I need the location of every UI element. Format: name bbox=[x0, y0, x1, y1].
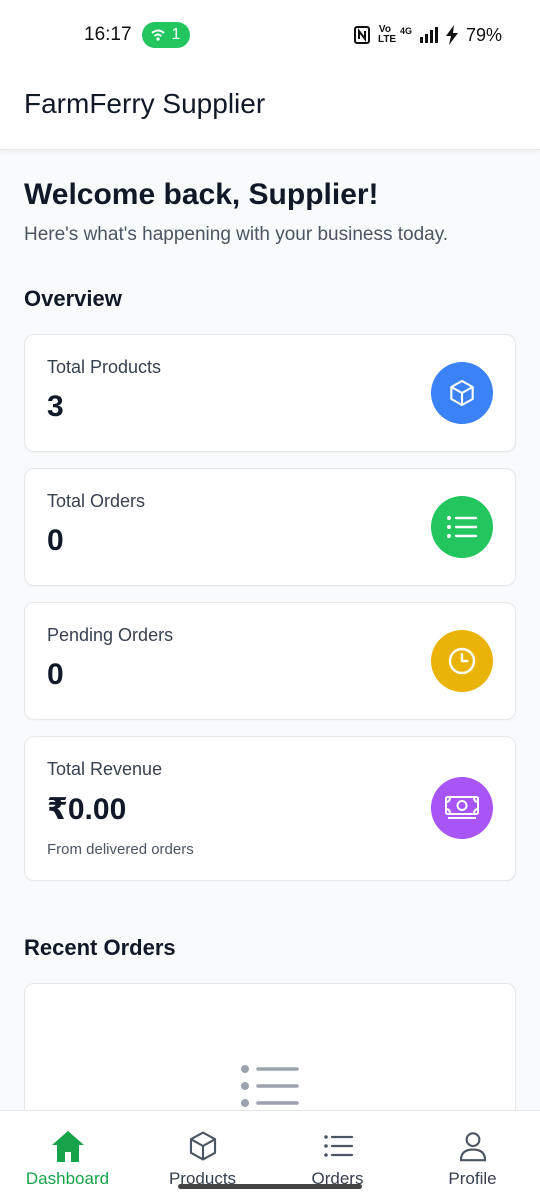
welcome-subtitle: Here's what's happening with your busine… bbox=[24, 224, 449, 245]
user-icon bbox=[459, 1132, 486, 1162]
list-icon bbox=[431, 496, 493, 558]
list-icon bbox=[323, 1135, 353, 1157]
cube-icon bbox=[189, 1131, 216, 1161]
stat-label: Total Revenue bbox=[47, 759, 163, 779]
status-bar: 16:17 1 Vo LTE 4G 79% bbox=[0, 0, 540, 70]
battery-level: 79% bbox=[465, 24, 502, 45]
hotspot-icon bbox=[150, 29, 165, 41]
nav-item-profile[interactable]: Profile bbox=[405, 1111, 540, 1200]
stat-value: 0 bbox=[47, 658, 64, 691]
hotspot-indicator: 1 bbox=[141, 22, 191, 48]
gesture-bar bbox=[178, 1184, 362, 1189]
list-icon bbox=[241, 1065, 299, 1107]
network-type: 4G bbox=[399, 26, 412, 36]
stat-label: Total Orders bbox=[47, 491, 146, 511]
stat-value: 3 bbox=[47, 390, 64, 423]
stat-card-total-products[interactable]: Total Products 3 bbox=[24, 334, 516, 452]
stat-label: Pending Orders bbox=[47, 625, 174, 645]
stat-note: From delivered orders bbox=[47, 841, 194, 858]
hotspot-count: 1 bbox=[171, 26, 181, 43]
cube-icon bbox=[431, 362, 493, 424]
recent-orders-title: Recent Orders bbox=[24, 935, 176, 960]
nfc-icon bbox=[353, 26, 370, 44]
overview-title: Overview bbox=[24, 286, 122, 311]
stat-label: Total Products bbox=[47, 357, 162, 377]
welcome-title: Welcome back, Supplier! bbox=[24, 178, 379, 211]
cash-icon bbox=[431, 777, 493, 839]
stat-card-total-orders[interactable]: Total Orders 0 bbox=[24, 468, 516, 586]
dashboard-content: Welcome back, Supplier! Here's what's ha… bbox=[24, 150, 516, 881]
nav-item-dashboard[interactable]: Dashboard bbox=[0, 1111, 135, 1200]
app-title: FarmFerry Supplier bbox=[24, 88, 266, 119]
charging-icon bbox=[445, 25, 458, 45]
stat-card-total-revenue[interactable]: Total Revenue ₹0.00 From delivered order… bbox=[24, 736, 516, 881]
clock-icon bbox=[431, 630, 493, 692]
app-header: FarmFerry Supplier bbox=[0, 70, 540, 150]
volte-indicator: Vo LTE bbox=[377, 24, 397, 45]
nav-label: Profile bbox=[448, 1169, 497, 1188]
nav-label: Dashboard bbox=[25, 1169, 110, 1188]
signal-icon bbox=[419, 27, 438, 43]
stat-value: ₹0.00 bbox=[47, 793, 127, 826]
status-time: 16:17 bbox=[84, 24, 132, 45]
stat-card-pending-orders[interactable]: Pending Orders 0 bbox=[24, 602, 516, 720]
home-icon bbox=[51, 1131, 84, 1162]
stat-value: 0 bbox=[47, 524, 64, 557]
